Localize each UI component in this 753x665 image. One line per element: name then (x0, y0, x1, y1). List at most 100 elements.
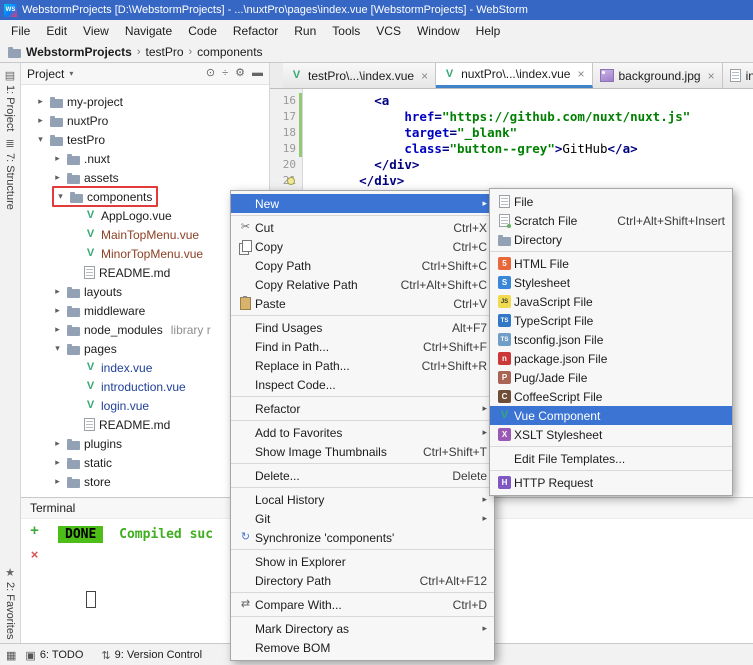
context-menu-item-new[interactable]: New▸ (231, 194, 494, 213)
new-submenu-item-stylesheet[interactable]: SStylesheet (490, 273, 732, 292)
context-menu-item-show-image-thumbnails[interactable]: Show Image ThumbnailsCtrl+Shift+T (231, 442, 494, 461)
settings-gear-icon[interactable]: ⚙ (235, 68, 245, 79)
tree-item-nuxt[interactable]: ▸.nuxt (21, 149, 269, 168)
context-menu-item-git[interactable]: Git▸ (231, 509, 494, 528)
collapsed-arrow-icon[interactable]: ▸ (52, 286, 63, 297)
collapsed-arrow-icon[interactable]: ▸ (52, 305, 63, 316)
new-submenu-item-scratch-file[interactable]: Scratch FileCtrl+Alt+Shift+Insert (490, 211, 732, 230)
tool-button-7-structure[interactable]: ≣7: Structure (4, 139, 16, 210)
context-menu-item-delete[interactable]: Delete...Delete (231, 466, 494, 485)
annotation-box: ▾components (52, 186, 158, 207)
collapsed-arrow-icon[interactable]: ▸ (52, 153, 63, 164)
breadcrumb-webstormprojects[interactable]: WebstormProjects (26, 45, 132, 59)
tool-button-label: 1: Project (4, 85, 16, 131)
new-submenu-item-coffeescript-file[interactable]: CCoffeeScript File (490, 387, 732, 406)
new-session-plus-icon[interactable]: + (30, 523, 39, 538)
close-icon[interactable]: × (421, 69, 428, 83)
new-submenu-item-http-request[interactable]: HHTTP Request (490, 473, 732, 492)
breadcrumb-testpro[interactable]: testPro (145, 45, 183, 59)
tool-button-2-favorites[interactable]: ★2: Favorites (4, 568, 16, 639)
context-menu-item-copy-path[interactable]: Copy PathCtrl+Shift+C (231, 256, 494, 275)
new-submenu-item-package-json-file[interactable]: npackage.json File (490, 349, 732, 368)
menubar-navigate[interactable]: Navigate (117, 20, 180, 42)
context-menu-item-add-to-favorites[interactable]: Add to Favorites▸ (231, 423, 494, 442)
tree-item-label: layouts (84, 285, 122, 299)
tree-item-assets[interactable]: ▸assets (21, 168, 269, 187)
menubar-help[interactable]: Help (468, 20, 509, 42)
collapse-all-icon[interactable]: ÷ (222, 68, 228, 79)
statusbar-6-todo[interactable]: ▣6: TODO (16, 649, 92, 662)
new-submenu-item-javascript-file[interactable]: JSJavaScript File (490, 292, 732, 311)
new-submenu-item-html-file[interactable]: 5HTML File (490, 254, 732, 273)
menubar-refactor[interactable]: Refactor (225, 20, 286, 42)
new-submenu-item-typescript-file[interactable]: TSTypeScript File (490, 311, 732, 330)
tree-item-my-project[interactable]: ▸my-project (21, 92, 269, 111)
context-menu-item-show-in-explorer[interactable]: Show in Explorer (231, 552, 494, 571)
menu-item-label: File (514, 195, 725, 209)
close-session-icon[interactable]: × (31, 548, 39, 561)
context-menu-item-mark-directory-as[interactable]: Mark Directory as▸ (231, 619, 494, 638)
tool-button-1-project[interactable]: ▤1: Project (4, 71, 16, 131)
context-menu-item-compare-with[interactable]: ⇄Compare With...Ctrl+D (231, 595, 494, 614)
new-submenu-item-pug-jade-file[interactable]: PPug/Jade File (490, 368, 732, 387)
tree-row-inner: ▸nuxtPro (35, 111, 108, 130)
expanded-arrow-icon[interactable]: ▾ (35, 134, 46, 145)
context-menu-item-copy[interactable]: CopyCtrl+C (231, 237, 494, 256)
context-menu-item-paste[interactable]: PasteCtrl+V (231, 294, 494, 313)
collapsed-arrow-icon[interactable]: ▸ (52, 172, 63, 183)
menubar-tools[interactable]: Tools (324, 20, 368, 42)
menu-item-shortcut: Ctrl+Alt+Shift+C (401, 278, 487, 292)
editor-tab-nuxtpro-index-vue[interactable]: VnuxtPro\...\index.vue× (436, 63, 592, 88)
collapsed-arrow-icon[interactable]: ▸ (52, 438, 63, 449)
menubar-code[interactable]: Code (180, 20, 225, 42)
context-menu-item-remove-bom[interactable]: Remove BOM (231, 638, 494, 657)
dropdown-caret-icon[interactable]: ▾ (69, 69, 73, 78)
new-submenu-item-xslt-stylesheet[interactable]: XXSLT Stylesheet (490, 425, 732, 444)
tree-item-nuxtpro[interactable]: ▸nuxtPro (21, 111, 269, 130)
menubar-edit[interactable]: Edit (38, 20, 75, 42)
context-menu-item-find-usages[interactable]: Find UsagesAlt+F7 (231, 318, 494, 337)
context-menu-item-replace-in-path[interactable]: Replace in Path...Ctrl+Shift+R (231, 356, 494, 375)
menubar-run[interactable]: Run (286, 20, 324, 42)
expanded-arrow-icon[interactable]: ▾ (55, 191, 66, 202)
new-submenu-item-edit-file-templates[interactable]: Edit File Templates... (490, 449, 732, 468)
menu-item-icon-slot (495, 195, 514, 208)
menubar-window[interactable]: Window (409, 20, 468, 42)
locate-icon[interactable]: ⊙ (206, 68, 215, 79)
context-menu-item-find-in-path[interactable]: Find in Path...Ctrl+Shift+F (231, 337, 494, 356)
code-token: GitHub (562, 141, 607, 156)
expanded-arrow-icon[interactable]: ▾ (52, 343, 63, 354)
context-menu-item-copy-relative-path[interactable]: Copy Relative PathCtrl+Alt+Shift+C (231, 275, 494, 294)
gutter-bulb-icon[interactable] (287, 177, 295, 185)
context-menu-item-directory-path[interactable]: Directory PathCtrl+Alt+F12 (231, 571, 494, 590)
context-menu-item-cut[interactable]: ✂CutCtrl+X (231, 218, 494, 237)
menubar-view[interactable]: View (75, 20, 117, 42)
collapsed-arrow-icon[interactable]: ▸ (52, 457, 63, 468)
tree-row-inner: ▾testPro (35, 130, 105, 149)
editor-tab-testpro-index-vue[interactable]: VtestPro\...\index.vue× (283, 63, 436, 88)
collapsed-arrow-icon[interactable]: ▸ (52, 476, 63, 487)
context-menu-item-synchronize-components[interactable]: ↻Synchronize 'components' (231, 528, 494, 547)
new-submenu-item-tsconfig-json-file[interactable]: TStsconfig.json File (490, 330, 732, 349)
context-menu-item-refactor[interactable]: Refactor▸ (231, 399, 494, 418)
new-submenu-item-vue-component[interactable]: VVue Component (490, 406, 732, 425)
tree-item-testpro[interactable]: ▾testPro (21, 130, 269, 149)
close-icon[interactable]: × (577, 67, 584, 81)
new-submenu-item-directory[interactable]: Directory (490, 230, 732, 249)
collapsed-arrow-icon[interactable]: ▸ (52, 324, 63, 335)
context-menu-item-inspect-code[interactable]: Inspect Code... (231, 375, 494, 394)
menubar-file[interactable]: File (3, 20, 38, 42)
close-icon[interactable]: × (708, 69, 715, 83)
collapsed-arrow-icon[interactable]: ▸ (35, 96, 46, 107)
collapsed-arrow-icon[interactable]: ▸ (35, 115, 46, 126)
tool-window-switcher-icon[interactable]: ▦ (6, 649, 16, 662)
vue-icon: V (84, 247, 97, 260)
menubar-vcs[interactable]: VCS (368, 20, 409, 42)
breadcrumb-components[interactable]: components (197, 45, 262, 59)
editor-tab-background-jpg[interactable]: background.jpg× (593, 63, 723, 88)
context-menu-item-local-history[interactable]: Local History▸ (231, 490, 494, 509)
hide-panel-icon[interactable]: ▬ (252, 68, 263, 79)
statusbar-9-version-control[interactable]: ⇅9: Version Control (92, 649, 211, 662)
new-submenu-item-file[interactable]: File (490, 192, 732, 211)
editor-tab-intro[interactable]: intro× (723, 63, 753, 88)
